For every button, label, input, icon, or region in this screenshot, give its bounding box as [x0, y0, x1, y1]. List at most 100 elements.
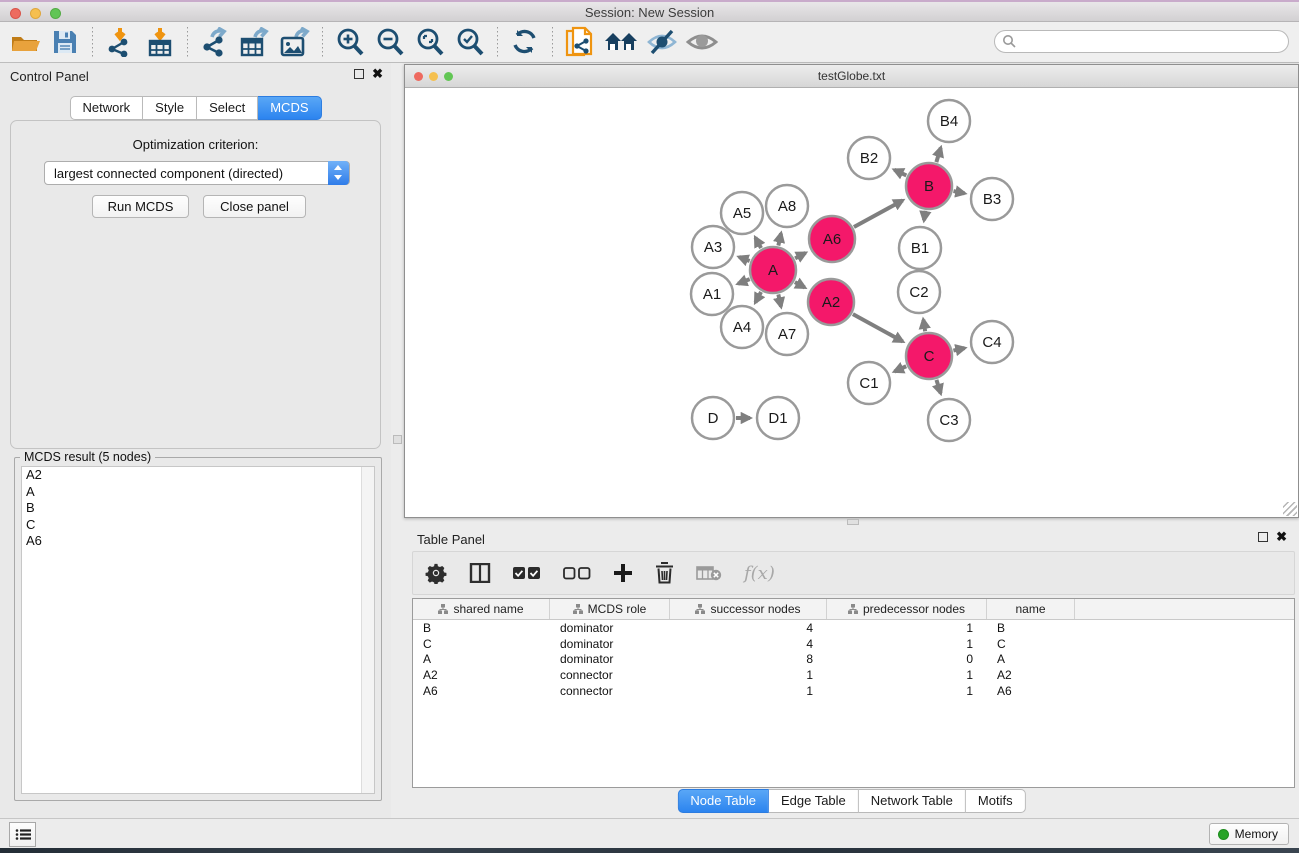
graph-node-B1[interactable]: B1 — [899, 227, 941, 269]
cell-shared_name[interactable]: A6 — [413, 683, 550, 699]
result-list-item[interactable]: A6 — [22, 533, 374, 550]
tab-mcds[interactable]: MCDS — [258, 96, 321, 120]
graph-node-A7[interactable]: A7 — [766, 313, 808, 355]
tab-network[interactable]: Network — [69, 96, 143, 120]
task-history-button[interactable] — [9, 822, 36, 847]
table-row[interactable]: Cdominator41C — [413, 636, 1294, 652]
delete-column-button[interactable] — [655, 562, 674, 584]
create-column-button[interactable] — [613, 563, 633, 583]
graph-node-A6[interactable]: A6 — [809, 216, 855, 262]
column-header-successor-nodes[interactable]: successor nodes — [670, 599, 827, 619]
table-row[interactable]: Adominator80A — [413, 652, 1294, 668]
select-all-button[interactable] — [513, 567, 541, 580]
graph-node-A[interactable]: A — [750, 247, 796, 293]
refresh-layout-button[interactable] — [508, 25, 542, 59]
graph-node-C[interactable]: C — [906, 333, 952, 379]
graph-node-B3[interactable]: B3 — [971, 178, 1013, 220]
result-list-scrollbar[interactable] — [361, 467, 374, 793]
export-table-button[interactable] — [238, 25, 272, 59]
cell-shared_name[interactable]: A2 — [413, 667, 550, 683]
cell-successor_nodes[interactable]: 1 — [670, 667, 827, 683]
cell-mcds_role[interactable]: dominator — [550, 652, 670, 668]
edge-A-A2[interactable] — [795, 282, 805, 287]
edge-C-C2[interactable] — [923, 320, 925, 332]
edge-A-A1[interactable] — [738, 279, 750, 284]
result-list-item[interactable]: C — [22, 517, 374, 534]
result-list-item[interactable]: A2 — [22, 467, 374, 484]
network-window-titlebar[interactable]: testGlobe.txt — [405, 65, 1298, 88]
zoom-in-button[interactable] — [333, 25, 367, 59]
cell-mcds_role[interactable]: dominator — [550, 620, 670, 636]
column-header-MCDS-role[interactable]: MCDS role — [550, 599, 670, 619]
cell-successor_nodes[interactable]: 4 — [670, 620, 827, 636]
table-row[interactable]: A6connector11A6 — [413, 683, 1294, 699]
cell-predecessor_nodes[interactable]: 1 — [827, 667, 987, 683]
criterion-dropdown[interactable]: largest connected component (directed) — [44, 161, 350, 185]
result-list-item[interactable]: B — [22, 500, 374, 517]
graph-node-A4[interactable]: A4 — [721, 306, 763, 348]
cell-name[interactable]: C — [987, 636, 1075, 652]
edge-A-A4[interactable] — [755, 292, 761, 302]
graph-node-A1[interactable]: A1 — [691, 273, 733, 315]
tab-motifs[interactable]: Motifs — [966, 789, 1026, 813]
zoom-fit-button[interactable] — [413, 25, 447, 59]
cell-shared_name[interactable]: C — [413, 636, 550, 652]
edge-A-A6[interactable] — [795, 253, 805, 258]
cell-predecessor_nodes[interactable]: 0 — [827, 652, 987, 668]
graph-node-B4[interactable]: B4 — [928, 100, 970, 142]
search-field[interactable] — [994, 30, 1289, 53]
cell-predecessor_nodes[interactable]: 1 — [827, 636, 987, 652]
cell-successor_nodes[interactable]: 1 — [670, 683, 827, 699]
edge-A-A5[interactable] — [755, 238, 761, 248]
deselect-all-button[interactable] — [563, 567, 591, 580]
tab-style[interactable]: Style — [143, 96, 197, 120]
delete-table-button[interactable] — [696, 565, 722, 581]
cell-name[interactable]: A6 — [987, 683, 1075, 699]
graph-node-A5[interactable]: A5 — [721, 192, 763, 234]
zoom-selected-button[interactable] — [453, 25, 487, 59]
open-session-button[interactable] — [8, 25, 42, 59]
table-row[interactable]: A2connector11A2 — [413, 667, 1294, 683]
import-table-button[interactable] — [143, 25, 177, 59]
tab-node-table[interactable]: Node Table — [677, 789, 769, 813]
show-details-button[interactable] — [685, 25, 719, 59]
float-panel-icon[interactable] — [354, 69, 364, 79]
cell-successor_nodes[interactable]: 8 — [670, 652, 827, 668]
result-list-item[interactable]: A — [22, 484, 374, 501]
table-options-button[interactable] — [425, 562, 447, 584]
edge-C-C4[interactable] — [953, 348, 964, 351]
graph-node-C4[interactable]: C4 — [971, 321, 1013, 363]
mcds-result-list[interactable]: A2ABCA6 — [21, 466, 375, 794]
export-network-button[interactable] — [198, 25, 232, 59]
cell-successor_nodes[interactable]: 4 — [670, 636, 827, 652]
graph-node-C3[interactable]: C3 — [928, 399, 970, 441]
close-panel-icon[interactable]: ✖ — [1276, 532, 1287, 542]
close-panel-button[interactable]: Close panel — [203, 195, 306, 218]
tab-network-table[interactable]: Network Table — [859, 789, 966, 813]
cell-shared_name[interactable]: A — [413, 652, 550, 668]
edge-A2-C[interactable] — [853, 314, 903, 341]
graph-node-D[interactable]: D — [692, 397, 734, 439]
zoom-out-button[interactable] — [373, 25, 407, 59]
close-panel-icon[interactable]: ✖ — [372, 69, 383, 79]
new-network-from-file-button[interactable] — [563, 25, 597, 59]
cell-mcds_role[interactable]: connector — [550, 667, 670, 683]
edge-B-B3[interactable] — [953, 191, 964, 193]
function-builder-button[interactable]: f(x) — [744, 563, 775, 584]
graph-node-B[interactable]: B — [906, 163, 952, 209]
graph-node-C2[interactable]: C2 — [898, 271, 940, 313]
cell-shared_name[interactable]: B — [413, 620, 550, 636]
cell-mcds_role[interactable]: connector — [550, 683, 670, 699]
edge-B-B1[interactable] — [924, 211, 925, 221]
divider-handle[interactable] — [393, 435, 402, 444]
edge-A6-B[interactable] — [854, 200, 903, 227]
window-resize-grip[interactable] — [1283, 502, 1297, 516]
graph-node-A8[interactable]: A8 — [766, 185, 808, 227]
tab-select[interactable]: Select — [197, 96, 258, 120]
ndex-home-button[interactable] — [603, 25, 639, 59]
edge-B-B4[interactable] — [936, 148, 940, 162]
tab-edge-table[interactable]: Edge Table — [769, 789, 859, 813]
column-header-shared-name[interactable]: shared name — [413, 599, 550, 619]
search-input[interactable] — [1017, 35, 1288, 49]
import-network-button[interactable] — [103, 25, 137, 59]
